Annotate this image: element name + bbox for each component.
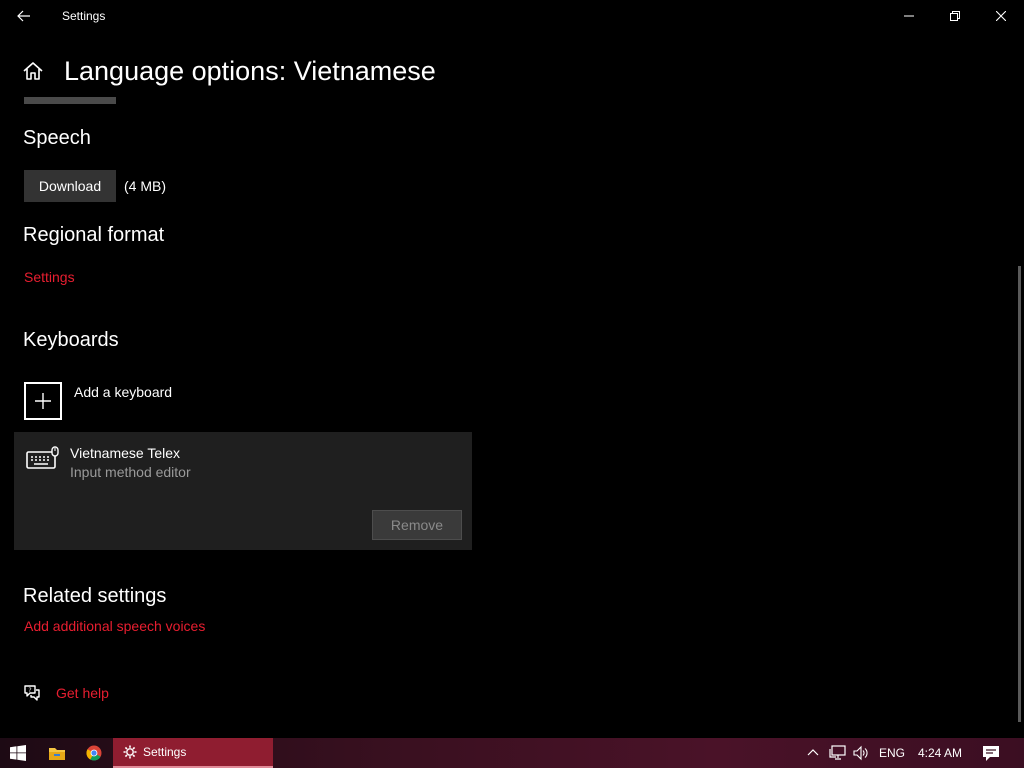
restore-icon [950,11,960,21]
keyboard-type: Input method editor [70,464,191,480]
speech-heading: Speech [23,127,91,149]
restore-button[interactable] [932,0,978,32]
action-center-icon[interactable] [982,744,1000,762]
get-help-link[interactable]: Get help [56,685,109,701]
back-button[interactable] [8,0,40,32]
start-button[interactable] [0,738,36,768]
volume-icon[interactable] [853,745,871,761]
section-divider [24,97,116,104]
keyboards-heading: Keyboards [23,329,119,351]
keyboard-icon [26,446,60,472]
chrome-taskbar-icon[interactable] [75,738,113,768]
help-chat-icon: ? [22,683,42,703]
clock[interactable]: 4:24 AM [918,746,962,760]
add-keyboard-button[interactable] [24,382,62,420]
show-hidden-icons-chevron-icon[interactable] [806,746,820,760]
taskbar: Settings ENG 4:24 AM [0,738,1024,768]
window-title: Settings [62,9,106,23]
keyboard-name: Vietnamese Telex [70,445,180,461]
download-button[interactable]: Download [24,170,116,202]
windows-logo-icon [10,745,26,761]
back-arrow-icon [17,10,30,22]
regional-settings-link[interactable]: Settings [24,269,75,285]
title-bar: Settings [0,0,1024,32]
input-language-indicator[interactable]: ENG [879,746,905,760]
settings-taskbar-label: Settings [143,745,187,759]
close-icon [996,11,1006,21]
page-title: Language options: Vietnamese [64,56,436,86]
scrollbar[interactable] [1018,266,1021,722]
gear-icon [123,745,137,759]
minimize-icon [904,15,914,17]
download-size: (4 MB) [124,178,166,194]
network-icon[interactable] [829,745,847,761]
plus-icon [35,393,51,409]
minimize-button[interactable] [886,0,932,32]
file-explorer-taskbar-icon[interactable] [38,738,76,768]
close-button[interactable] [978,0,1024,32]
add-keyboard-label[interactable]: Add a keyboard [74,384,172,400]
regional-format-heading: Regional format [23,224,165,246]
settings-taskbar-button[interactable]: Settings [113,738,273,768]
keyboard-item[interactable]: Vietnamese Telex Input method editor Rem… [14,432,472,550]
add-speech-voices-link[interactable]: Add additional speech voices [24,618,205,634]
related-settings-heading: Related settings [23,585,167,607]
home-icon[interactable] [22,60,46,84]
remove-keyboard-button[interactable]: Remove [372,510,462,540]
svg-text:?: ? [28,687,31,694]
